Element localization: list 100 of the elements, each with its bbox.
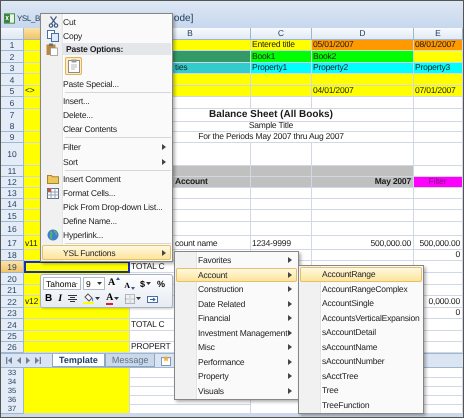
cell-text: 500,000.00 <box>370 239 411 248</box>
column-header[interactable]: C <box>251 28 312 40</box>
borders-icon <box>125 294 136 304</box>
menu-item[interactable]: Date Related <box>176 296 297 311</box>
menu-item[interactable]: sAccountNumber <box>300 354 422 368</box>
submenu-arrow-icon <box>162 144 166 150</box>
menu-item[interactable]: Format Cells... <box>42 186 171 200</box>
row-header[interactable]: 12 <box>1 177 24 188</box>
menu-item[interactable]: AccountRange <box>300 267 422 282</box>
globe-icon <box>47 229 59 241</box>
cell-text: Sample Title <box>248 121 294 130</box>
row-header[interactable]: 2 <box>1 51 24 63</box>
menu-item[interactable]: Tree <box>300 383 422 398</box>
previous-sheet-icon[interactable] <box>16 357 22 364</box>
percent-button[interactable]: % <box>155 277 168 290</box>
row-header[interactable]: 15 <box>1 210 24 222</box>
font-field[interactable]: Tahoma <box>43 277 81 290</box>
menu-item[interactable]: sAcctTree <box>300 368 422 383</box>
menu-item[interactable]: Define Name... <box>42 214 171 228</box>
row-header[interactable]: 22 <box>1 296 24 308</box>
insert-sheet-icon[interactable] <box>159 355 174 366</box>
row-header[interactable]: 26 <box>1 342 24 353</box>
menu-item[interactable]: AccountSingle <box>300 296 422 310</box>
row-header[interactable]: 18 <box>1 250 24 261</box>
row-header[interactable]: 5 <box>1 86 24 97</box>
row-header[interactable]: 23 <box>1 308 24 319</box>
menu-item[interactable]: Financial <box>176 311 297 326</box>
menu-item[interactable]: Visuals <box>176 384 297 398</box>
cell-text: May 2007 <box>374 177 411 186</box>
menu-item[interactable]: Performance <box>176 354 297 369</box>
center-button[interactable] <box>66 292 80 305</box>
first-sheet-icon[interactable] <box>6 357 13 364</box>
column-header[interactable]: D <box>312 28 414 40</box>
submenu-arrow-icon <box>288 257 292 264</box>
row-header[interactable]: 13 <box>1 188 24 199</box>
menu-item[interactable]: Property <box>176 369 297 384</box>
menu-item[interactable]: YSL Functions <box>42 245 171 260</box>
menu-item[interactable]: Hyperlink... <box>42 228 171 242</box>
menu-item[interactable]: Insert... <box>42 94 171 108</box>
menu-item[interactable]: Misc <box>176 340 297 354</box>
cell-text: Balance Sheet (All Books) <box>209 109 333 120</box>
row-header[interactable]: 16 <box>1 222 24 236</box>
row-header[interactable]: 1 <box>1 40 24 51</box>
menu-item[interactable]: Construction <box>176 282 297 296</box>
row-header[interactable]: 4 <box>1 74 24 86</box>
cell-text: Book1 <box>252 52 276 61</box>
merge-cells-icon <box>147 294 158 304</box>
menu-item[interactable]: sAccountDetail <box>300 325 422 340</box>
menu-item[interactable]: Sort <box>42 154 171 169</box>
row-header[interactable]: 19 <box>1 261 24 273</box>
menu-item[interactable]: Cut <box>42 15 171 29</box>
font-color-button[interactable]: A <box>104 292 122 305</box>
menu-item[interactable]: AccountRangeComplex <box>300 282 422 296</box>
menu-item[interactable]: Clear Contents <box>42 122 171 136</box>
menu-item[interactable]: Paste Special... <box>42 77 171 91</box>
next-sheet-icon[interactable] <box>25 357 31 364</box>
sheet-tab[interactable]: Message <box>104 354 156 367</box>
row-header[interactable]: 11 <box>1 166 24 177</box>
row-header[interactable]: 21 <box>1 285 24 296</box>
row-header[interactable]: 24 <box>1 319 24 331</box>
row-header[interactable]: 25 <box>1 331 24 342</box>
shrink-font-button[interactable]: A <box>123 277 136 290</box>
bold-button[interactable]: B <box>43 292 54 305</box>
select-all-button[interactable] <box>1 28 24 40</box>
menu-item[interactable]: Investment Management <box>176 326 297 340</box>
row-header[interactable]: 20 <box>1 273 24 285</box>
up-triangle-icon <box>116 277 120 280</box>
menu-item[interactable]: Favorites <box>176 253 297 268</box>
spreadsheet-icon <box>4 13 15 24</box>
last-sheet-icon[interactable] <box>34 357 41 364</box>
row-header[interactable]: 10 <box>1 143 24 166</box>
cell-text: count name <box>175 239 218 248</box>
paste-button[interactable] <box>65 57 82 75</box>
row-header[interactable]: 3 <box>1 63 24 74</box>
row-header[interactable]: 9 <box>1 132 24 143</box>
menu-item[interactable]: Delete... <box>42 108 171 122</box>
italic-button[interactable]: I <box>56 292 64 305</box>
row-header[interactable]: 6 <box>1 97 24 109</box>
submenu-arrow-icon <box>288 286 292 292</box>
menu-item[interactable]: Account <box>176 268 297 282</box>
clipboard-icon <box>68 59 80 73</box>
column-header[interactable]: E <box>414 28 463 40</box>
row-header[interactable]: 8 <box>1 120 24 132</box>
menu-item[interactable]: Insert Comment <box>42 172 171 186</box>
currency-button[interactable]: $ <box>138 277 154 290</box>
menu-item[interactable]: TreeFunction <box>300 398 422 412</box>
row-header[interactable]: 14 <box>1 199 24 210</box>
font-size-field[interactable]: 9 <box>83 277 105 290</box>
menu-item[interactable]: AccountsVerticalExpansion <box>300 310 422 325</box>
row-header[interactable]: 17 <box>1 236 24 250</box>
menu-item[interactable]: sAccountName <box>300 340 422 354</box>
submenu-arrow-icon <box>288 373 292 380</box>
borders-button[interactable] <box>123 292 144 305</box>
cell-text: v12 <box>25 297 38 306</box>
grow-font-button[interactable]: A <box>107 277 122 290</box>
menu-item[interactable]: Filter <box>42 139 171 154</box>
fill-color-button[interactable] <box>81 292 102 305</box>
sheet-tab[interactable]: Template <box>52 354 105 367</box>
menu-item[interactable]: Pick From Drop-down List... <box>42 200 171 214</box>
cell-text: 08/01/2007 <box>415 40 456 49</box>
